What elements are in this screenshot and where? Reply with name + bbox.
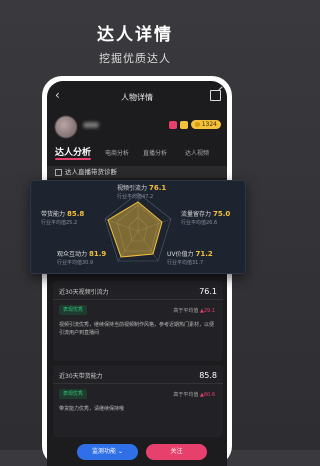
compare-text: 高于平均值 ▲29.1 bbox=[173, 308, 215, 314]
checkbox-icon bbox=[55, 168, 62, 176]
metric-retention: 流量留存力 75.0 行业平均值26.6 bbox=[181, 210, 231, 226]
metric-uv-value: UV价值力 71.2 行业平均值31.7 bbox=[167, 250, 213, 266]
avatar[interactable] bbox=[55, 116, 77, 138]
navigation-bar: ‹ 人物详情 bbox=[47, 88, 227, 108]
metric-video-traffic: 视频引流力 76.1 行业平均值47.2 bbox=[117, 184, 167, 200]
divider bbox=[53, 383, 223, 384]
share-icon[interactable] bbox=[210, 90, 221, 101]
card-header: 近30天带货能力 85.8 bbox=[59, 371, 217, 380]
card-value: 76.1 bbox=[199, 287, 217, 296]
metric-interaction: 观众互动力 81.9 行业平均值30.9 bbox=[57, 250, 107, 266]
coin-icon bbox=[194, 122, 200, 127]
crown-icon bbox=[179, 120, 188, 129]
metric-card-sales: 近30天带货能力 85.8 表现优秀 高于平均值 ▲60.6 带货能力优秀，请继… bbox=[53, 365, 223, 437]
status-badge: 表现优秀 bbox=[59, 305, 88, 315]
card-title: 近30天带货能力 bbox=[59, 373, 103, 380]
bottom-actions: 监测功能 ⌄ 关注 bbox=[77, 444, 207, 460]
gift-icon bbox=[168, 120, 177, 129]
card-header: 近30天视频引流力 76.1 bbox=[59, 287, 217, 296]
monitor-button[interactable]: 监测功能 ⌄ bbox=[77, 444, 138, 460]
card-description: 带货能力优秀，请继续保持哦 bbox=[59, 406, 125, 412]
promo-subtitle: 挖掘优质达人 bbox=[99, 52, 171, 65]
coin-value: 1324 bbox=[201, 121, 217, 128]
blurred-name bbox=[83, 122, 99, 128]
follow-button[interactable]: 关注 bbox=[146, 444, 207, 460]
tab-live[interactable]: 直播分析 bbox=[143, 148, 167, 157]
metric-sales-ability: 带货能力 85.8 行业平均值25.2 bbox=[41, 210, 85, 226]
profile-header: 1324 bbox=[55, 116, 221, 142]
promo-title: 达人详情 bbox=[97, 25, 173, 45]
back-icon[interactable]: ‹ bbox=[55, 88, 60, 102]
section-header: 达人直播带货诊断 bbox=[47, 166, 227, 178]
card-title: 近30天视频引流力 bbox=[59, 289, 109, 296]
compare-text: 高于平均值 ▲60.6 bbox=[173, 392, 215, 398]
tab-talent-analysis[interactable]: 达人分析 bbox=[55, 145, 92, 160]
section-title: 达人直播带货诊断 bbox=[65, 168, 117, 176]
phone-frame: ‹ 人物详情 1324 达人分析 电商分析 直播分析 达人视频 达人直播带货诊断… bbox=[30, 76, 246, 466]
card-value: 85.8 bbox=[199, 371, 217, 380]
tab-ecommerce[interactable]: 电商分析 bbox=[105, 148, 129, 157]
radar-card: 视频引流力 76.1 行业平均值47.2 带货能力 85.8 行业平均值25.2 流… bbox=[30, 180, 246, 274]
status-badge: 表现优秀 bbox=[59, 389, 88, 399]
card-description: 视频引流优秀，继续保持当前视频制作风格，参考近期热门素材，以便引流用户到直播间 bbox=[59, 322, 215, 336]
coin-badge: 1324 bbox=[190, 120, 221, 129]
badges: 1324 bbox=[168, 120, 221, 129]
tab-bar: 达人分析 电商分析 直播分析 达人视频 bbox=[47, 144, 227, 160]
metric-card-traffic: 近30天视频引流力 76.1 表现优秀 高于平均值 ▲29.1 视频引流优秀，继… bbox=[53, 281, 223, 361]
tab-videos[interactable]: 达人视频 bbox=[185, 148, 209, 157]
page-title: 人物详情 bbox=[121, 93, 153, 102]
divider bbox=[53, 299, 223, 300]
